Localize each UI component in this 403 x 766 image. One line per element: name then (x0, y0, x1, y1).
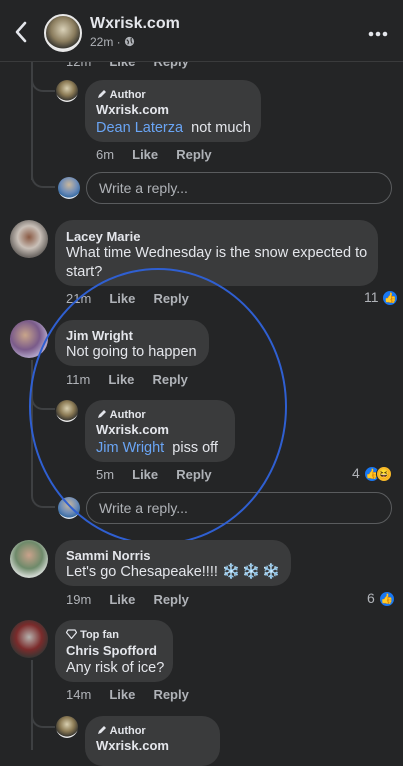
comment-time: 19m (66, 592, 92, 607)
badge-label: Author (109, 89, 146, 101)
reaction-count[interactable]: 11 👍 (364, 289, 399, 307)
badge-label: Author (109, 409, 146, 421)
reply-bubble[interactable]: Author Wxrisk.com Jim Wright piss off (85, 400, 235, 462)
top-fan-badge: Top fan (65, 629, 119, 641)
comment-actions: 6m Like Reply (96, 147, 212, 162)
comment-time: 11m (66, 372, 91, 387)
comment-actions: 14m Like Reply (66, 687, 189, 702)
like-button[interactable]: Like (109, 592, 135, 607)
comment-body: piss off (172, 440, 218, 456)
pen-icon (98, 90, 106, 98)
reply-button[interactable]: Reply (153, 592, 188, 607)
comment-time: 6m (96, 147, 115, 162)
like-button[interactable]: Like (132, 467, 158, 482)
thread-connector (31, 160, 55, 188)
avatar[interactable] (10, 540, 48, 578)
mention-link[interactable]: Dean Laterza (96, 120, 183, 136)
thread-connector (31, 480, 55, 508)
comment-author[interactable]: Lacey Marie (66, 229, 140, 244)
more-dots-icon (368, 31, 388, 37)
comment-text: Let's go Chesapeake!!!! ❄️❄️❄️ (66, 563, 282, 582)
thread-connector (31, 380, 55, 410)
comment-actions: 11m Like Reply (66, 372, 188, 387)
like-button[interactable]: Like (132, 147, 158, 162)
comment-author[interactable]: Sammi Norris (66, 548, 151, 563)
write-reply-input[interactable]: Write a reply... (86, 492, 392, 524)
page-avatar[interactable] (44, 14, 82, 52)
comment-actions: 5m Like Reply (96, 467, 212, 482)
comment-text: Dean Laterza not much (96, 119, 251, 138)
avatar[interactable] (10, 320, 48, 358)
avatar[interactable] (10, 220, 48, 258)
reply-bubble[interactable]: Author Wxrisk.com (85, 716, 220, 766)
reaction-count[interactable]: 6 👍 (367, 590, 395, 608)
comment-bubble[interactable]: Top fan Chris Spofford Any risk of ice? (55, 620, 173, 682)
avatar[interactable] (56, 716, 78, 738)
author-badge: Author (97, 725, 146, 737)
comment-author[interactable]: Wxrisk.com (96, 738, 169, 753)
more-options-button[interactable] (368, 22, 388, 38)
comment-time: 5m (96, 467, 115, 482)
avatar[interactable] (10, 620, 48, 658)
avatar[interactable] (56, 400, 78, 422)
comment-time: 21m (66, 291, 92, 306)
my-avatar (58, 497, 80, 519)
haha-reaction-icon: 😆 (375, 466, 392, 483)
reply-button[interactable]: Reply (152, 372, 187, 387)
reaction-count[interactable]: 4 👍😆 (352, 465, 392, 483)
reaction-number: 4 (352, 465, 360, 481)
reply-button[interactable]: Reply (153, 687, 188, 702)
comment-author[interactable]: Wxrisk.com (96, 102, 169, 117)
comment-body: not much (191, 120, 251, 136)
like-reaction-icon: 👍 (382, 290, 399, 307)
input-placeholder: Write a reply... (99, 500, 188, 516)
back-button[interactable] (8, 18, 34, 46)
reply-button[interactable]: Reply (153, 291, 188, 306)
badge-label: Author (109, 725, 146, 737)
comment-bubble[interactable]: Lacey Marie What time Wednesday is the s… (55, 220, 378, 286)
write-reply-input[interactable]: Write a reply... (86, 172, 392, 204)
diamond-icon (65, 629, 78, 640)
comment-author[interactable]: Chris Spofford (66, 643, 157, 658)
post-meta: 22m · (90, 35, 135, 49)
post-header: Wxrisk.com 22m · (0, 0, 403, 62)
thread-connector (31, 62, 55, 92)
comment-actions: 19m Like Reply (66, 592, 189, 607)
reply-button[interactable]: Reply (176, 467, 211, 482)
comment-bubble[interactable]: Sammi Norris Let's go Chesapeake!!!! ❄️❄… (55, 540, 291, 586)
author-badge: Author (97, 89, 146, 101)
globe-icon (124, 36, 135, 47)
comment-author[interactable]: Jim Wright (66, 328, 133, 343)
reply-button[interactable]: Reply (176, 147, 211, 162)
input-placeholder: Write a reply... (99, 180, 188, 196)
avatar[interactable] (56, 80, 78, 102)
comment-body: What time Wednesday is the snow expected… (66, 245, 368, 280)
thread-connector (31, 700, 55, 728)
like-reaction-icon: 👍 (378, 591, 395, 608)
badge-label: Top fan (80, 629, 119, 641)
author-badge: Author (97, 409, 146, 421)
comment-time: 14m (66, 687, 92, 702)
post-time: 22m · (90, 35, 125, 49)
comment-author[interactable]: Wxrisk.com (96, 422, 169, 437)
comment-actions: 21m Like Reply (66, 291, 189, 306)
like-button[interactable]: Like (109, 687, 135, 702)
comment-text: Jim Wright piss off (96, 439, 218, 458)
pen-icon (98, 726, 106, 734)
like-button[interactable]: Like (108, 372, 134, 387)
like-button[interactable]: Like (109, 291, 135, 306)
comment-body: Let's go Chesapeake!!!! (66, 564, 222, 580)
pen-icon (98, 410, 106, 418)
reaction-number: 11 (364, 289, 379, 305)
comment-body: Not going to happen (66, 344, 197, 360)
page-title[interactable]: Wxrisk.com (90, 15, 180, 33)
comment-body: Any risk of ice? (66, 660, 165, 676)
my-avatar (58, 177, 80, 199)
snowflake-emoji: ❄️❄️❄️ (221, 564, 283, 580)
reply-bubble[interactable]: Author Wxrisk.com Dean Laterza not much (85, 80, 261, 142)
comment-bubble[interactable]: Jim Wright Not going to happen (55, 320, 209, 366)
reaction-number: 6 (367, 590, 375, 606)
mention-link[interactable]: Jim Wright (96, 440, 164, 456)
chevron-left-icon (15, 21, 27, 43)
